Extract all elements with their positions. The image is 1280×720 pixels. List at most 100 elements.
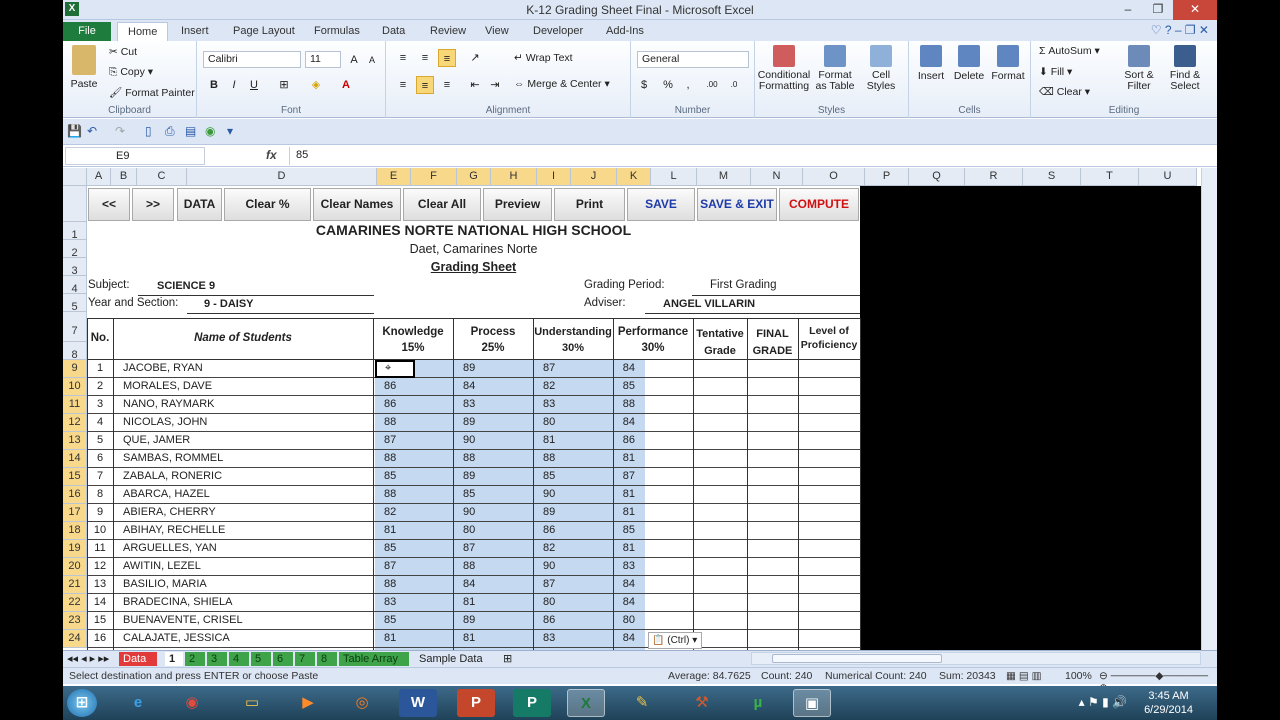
process-score[interactable]: 80: [463, 524, 503, 536]
align-middle-icon[interactable]: ≡: [416, 49, 434, 67]
vertical-scrollbar[interactable]: [1201, 168, 1217, 650]
align-top-icon[interactable]: ≡: [394, 49, 412, 67]
student-name[interactable]: NANO, RAYMARK: [123, 398, 373, 410]
app-window-icon[interactable]: ▣: [793, 689, 831, 717]
quick-print-icon[interactable]: ▤: [185, 124, 196, 138]
tab-home[interactable]: Home: [117, 22, 169, 41]
merge-center-button[interactable]: ⇔ Merge & Center ▾: [514, 78, 610, 90]
grow-font-icon[interactable]: A: [345, 51, 363, 69]
sheet-nav-arrows[interactable]: ◂◂ ◂ ▸ ▸▸: [63, 652, 113, 666]
knowledge-score[interactable]: 86: [384, 398, 424, 410]
row-header[interactable]: 11: [63, 396, 87, 414]
student-name[interactable]: NICOLAS, JOHN: [123, 416, 373, 428]
student-name[interactable]: ABIERA, CHERRY: [123, 506, 373, 518]
student-number[interactable]: 9: [87, 506, 113, 518]
understanding-score[interactable]: 90: [543, 560, 583, 572]
performance-score[interactable]: 85: [603, 380, 635, 392]
process-score[interactable]: 83: [463, 398, 503, 410]
excel-taskbar-icon[interactable]: X: [567, 689, 605, 717]
column-header-f[interactable]: F: [411, 168, 457, 186]
prev-button[interactable]: <<: [88, 188, 130, 221]
row-header[interactable]: 3: [63, 258, 87, 277]
column-header-h[interactable]: H: [491, 168, 537, 186]
column-header-q[interactable]: Q: [909, 168, 965, 186]
row-header[interactable]: 18: [63, 522, 87, 540]
student-number[interactable]: 7: [87, 470, 113, 482]
student-name[interactable]: CALAJATE, JESSICA: [123, 632, 373, 644]
sheet-tab-6[interactable]: 6: [273, 652, 293, 666]
student-number[interactable]: 10: [87, 524, 113, 536]
delete-cells-button[interactable]: Delete: [951, 45, 987, 82]
paste-options-button[interactable]: 📋 (Ctrl) ▾: [648, 632, 702, 649]
name-box[interactable]: E9: [65, 147, 205, 165]
tab-formulas[interactable]: Formulas: [304, 22, 370, 41]
explorer-icon[interactable]: ▭: [233, 689, 271, 717]
print-preview-icon[interactable]: ⎙: [165, 124, 175, 139]
sheet-tab-0[interactable]: Data: [119, 652, 157, 666]
row-header[interactable]: 13: [63, 432, 87, 450]
performance-score[interactable]: 81: [603, 542, 635, 554]
close-icon[interactable]: ✕: [1173, 0, 1217, 20]
understanding-score[interactable]: 80: [543, 416, 583, 428]
select-all-corner[interactable]: [63, 168, 87, 186]
save-button[interactable]: SAVE: [627, 188, 695, 221]
help-icon[interactable]: ♡ ? – ❐ ✕: [1151, 23, 1209, 37]
process-score[interactable]: 89: [463, 416, 503, 428]
insert-sheet-icon[interactable]: ⊞: [499, 652, 516, 666]
student-number[interactable]: 3: [87, 398, 113, 410]
column-header-i[interactable]: I: [537, 168, 571, 186]
performance-score[interactable]: 84: [603, 362, 635, 374]
student-number[interactable]: 16: [87, 632, 113, 644]
customize-qat-icon[interactable]: ▾: [227, 124, 233, 138]
process-score[interactable]: 88: [463, 560, 503, 572]
knowledge-score[interactable]: 85: [384, 470, 424, 482]
column-header-d[interactable]: D: [187, 168, 377, 186]
chrome-icon[interactable]: ◉: [173, 689, 211, 717]
section-value[interactable]: 9 - DAISY: [204, 298, 254, 310]
row-header[interactable]: 22: [63, 594, 87, 612]
align-left-icon[interactable]: ≡: [394, 76, 412, 94]
column-header-c[interactable]: C: [137, 168, 187, 186]
font-name-select[interactable]: Calibri: [203, 51, 301, 68]
process-score[interactable]: 89: [463, 614, 503, 626]
scroll-thumb[interactable]: [772, 654, 942, 663]
sheet-tab-8[interactable]: 8: [317, 652, 337, 666]
wrap-text-button[interactable]: ↵ Wrap Text: [514, 52, 573, 64]
process-score[interactable]: 84: [463, 578, 503, 590]
understanding-score[interactable]: 83: [543, 632, 583, 644]
understanding-score[interactable]: 80: [543, 596, 583, 608]
underline-button[interactable]: U: [245, 76, 263, 94]
ie-icon[interactable]: e: [119, 689, 157, 717]
performance-score[interactable]: 81: [603, 506, 635, 518]
sheet-tab-1[interactable]: 1: [165, 652, 183, 666]
understanding-score[interactable]: 81: [543, 434, 583, 446]
adviser-value[interactable]: ANGEL VILLARIN: [663, 298, 755, 310]
process-score[interactable]: 89: [463, 470, 503, 482]
understanding-score[interactable]: 85: [543, 470, 583, 482]
tab-review[interactable]: Review: [420, 22, 476, 41]
row-header[interactable]: 9: [63, 360, 87, 378]
student-number[interactable]: 15: [87, 614, 113, 626]
process-score[interactable]: 84: [463, 380, 503, 392]
understanding-score[interactable]: 87: [543, 578, 583, 590]
restore-icon[interactable]: ❐: [1143, 0, 1173, 20]
powerpoint-icon[interactable]: P: [457, 689, 495, 717]
knowledge-score[interactable]: 82: [384, 506, 424, 518]
undo-icon[interactable]: ↶: [87, 124, 97, 138]
student-number[interactable]: 1: [87, 362, 113, 374]
sort-filter-button[interactable]: Sort & Filter: [1117, 45, 1161, 92]
format-painter-button[interactable]: 🖌 Format Painter: [109, 86, 195, 99]
row-header[interactable]: 5: [63, 294, 87, 313]
font-size-select[interactable]: 11: [305, 51, 341, 68]
column-header-p[interactable]: P: [865, 168, 909, 186]
redo-icon[interactable]: ↷: [115, 124, 125, 138]
tool-icon[interactable]: ⚒: [683, 689, 721, 717]
student-name[interactable]: QUE, JAMER: [123, 434, 373, 446]
sheet-tab-10[interactable]: Sample Data: [415, 652, 493, 666]
cell-styles-button[interactable]: Cell Styles: [859, 45, 903, 92]
student-number[interactable]: 2: [87, 380, 113, 392]
understanding-score[interactable]: 82: [543, 542, 583, 554]
media-player-icon[interactable]: ▶: [289, 689, 327, 717]
sheet-tab-5[interactable]: 5: [251, 652, 271, 666]
column-header-n[interactable]: N: [751, 168, 803, 186]
